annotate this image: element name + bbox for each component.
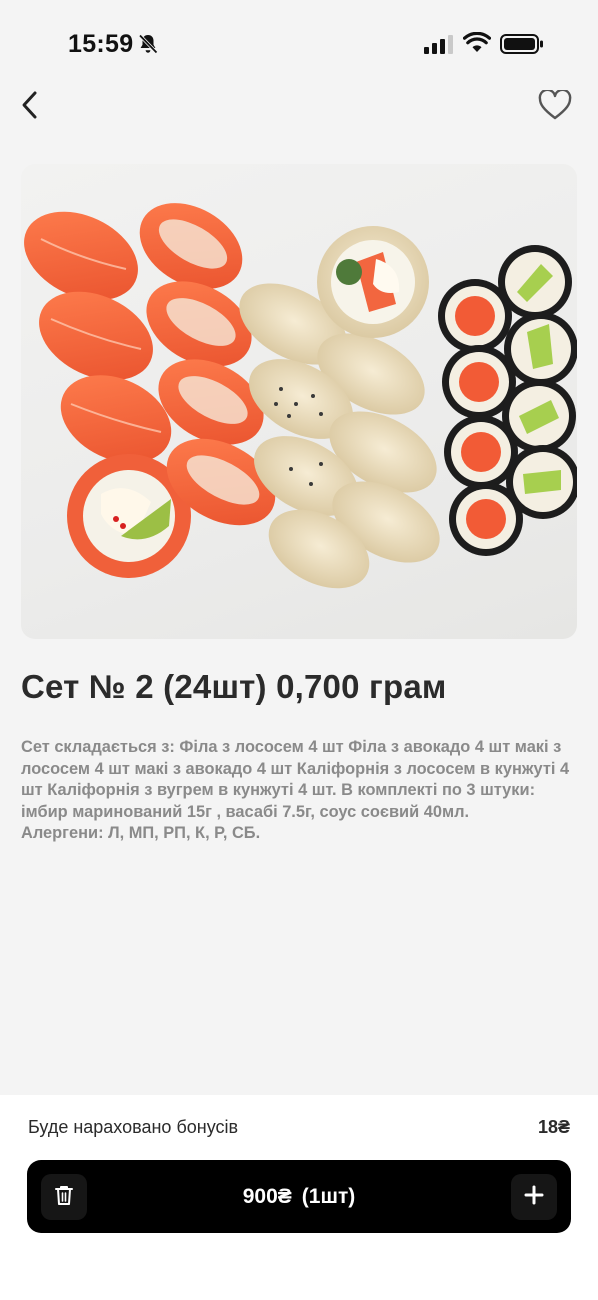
status-time: 15:59 <box>68 30 134 58</box>
bonus-label: Буде нараховано бонусів <box>28 1117 239 1137</box>
signal-icon <box>424 34 454 59</box>
bell-off-icon <box>137 33 159 60</box>
chevron-left-icon <box>19 90 41 125</box>
product-title: Сет № 2 (24шт) 0,700 грам <box>21 668 447 705</box>
cart-quantity: (1шт) <box>301 1184 356 1208</box>
heart-outline-icon <box>538 88 572 125</box>
plus-icon <box>524 1185 544 1210</box>
cart-summary[interactable]: 900₴ (1шт) <box>107 1160 491 1233</box>
bottom-panel: Буде нараховано бонусів 18₴ 900₴ (1шт) <box>0 1095 598 1300</box>
bonus-value: 18₴ <box>537 1117 570 1137</box>
battery-icon <box>500 34 544 59</box>
add-button[interactable] <box>511 1174 557 1220</box>
california-roll <box>317 226 429 338</box>
cart-bar: 900₴ (1шт) <box>27 1160 571 1233</box>
status-bar: 15:59 <box>0 0 598 90</box>
delete-button[interactable] <box>41 1174 87 1220</box>
back-button[interactable] <box>12 88 48 126</box>
product-image <box>21 164 577 639</box>
wifi-icon <box>462 31 492 59</box>
product-description: Сет складається з: Філа з лососем 4 шт Ф… <box>21 738 570 843</box>
favorite-button[interactable] <box>534 86 576 128</box>
cart-price: 900₴ <box>242 1184 292 1208</box>
trash-icon <box>54 1184 74 1211</box>
